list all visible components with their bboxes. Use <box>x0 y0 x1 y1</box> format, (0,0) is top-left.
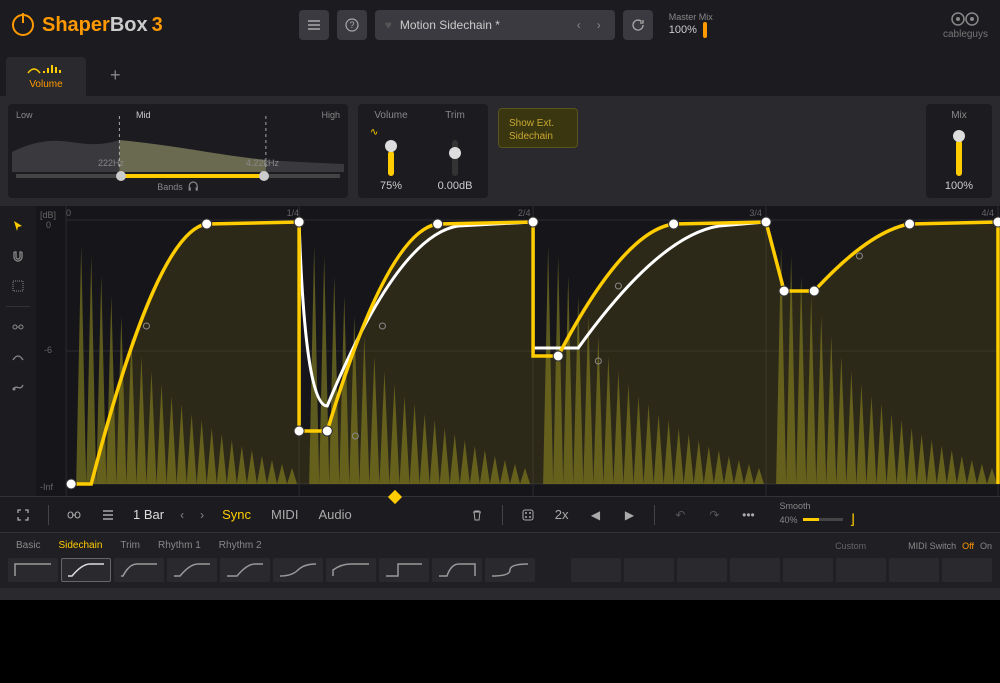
random-button[interactable] <box>515 502 541 528</box>
add-tab-button[interactable]: + <box>90 55 141 96</box>
preset-slot-2[interactable] <box>61 558 111 582</box>
preset-slot-3[interactable] <box>114 558 164 582</box>
preset-name: Motion Sidechain * <box>400 18 565 32</box>
tool-pointer[interactable] <box>6 214 30 238</box>
length-value[interactable]: 1 Bar <box>129 507 168 522</box>
more-button[interactable]: ••• <box>735 502 761 528</box>
preset-tab-rhythm1[interactable]: Rhythm 1 <box>150 537 209 554</box>
tool-curve[interactable] <box>6 345 30 369</box>
band-mid-label: Mid <box>136 110 151 120</box>
power-button[interactable] <box>12 14 34 36</box>
preset-slot-6[interactable] <box>273 558 323 582</box>
wave-icon: ∿ <box>370 127 378 138</box>
band-range-slider[interactable] <box>16 174 340 178</box>
preset-slot-8[interactable] <box>379 558 429 582</box>
show-sidechain-button[interactable]: Show Ext. Sidechain <box>498 108 578 148</box>
custom-slot-4[interactable] <box>730 558 780 582</box>
smooth-curve-icon: ⌋ <box>849 511 854 528</box>
midi-switch-label: MIDI Switch <box>908 541 956 551</box>
band-freq-high: 4.22kHz <box>246 158 279 168</box>
custom-slot-3[interactable] <box>677 558 727 582</box>
mode-midi[interactable]: MIDI <box>265 507 304 522</box>
tool-grid[interactable] <box>6 274 30 298</box>
custom-slot-5[interactable] <box>783 558 833 582</box>
smooth-value: 40% <box>779 515 797 525</box>
volume-wave-icon <box>26 63 66 77</box>
tool-draw[interactable] <box>6 375 30 399</box>
custom-slot-7[interactable] <box>889 558 939 582</box>
band-low-label: Low <box>16 110 33 120</box>
volume-knob[interactable]: Volume ∿ 75% <box>368 110 414 192</box>
custom-slot-8[interactable] <box>942 558 992 582</box>
curve-editor[interactable]: [dB] 0 -6 -Inf 0 1/4 2/4 3/4 4/4 <box>36 206 1000 496</box>
menu-button[interactable] <box>299 10 329 40</box>
custom-slot-6[interactable] <box>836 558 886 582</box>
preset-slot-4[interactable] <box>167 558 217 582</box>
preset-next-button[interactable]: › <box>593 18 605 32</box>
tool-magnet[interactable] <box>6 244 30 268</box>
trim-value: 0.00dB <box>438 180 473 192</box>
length-next[interactable]: › <box>196 508 208 522</box>
heart-icon[interactable]: ♥ <box>385 18 392 32</box>
preset-slot-9[interactable] <box>432 558 482 582</box>
midi-switch-on[interactable]: On <box>980 541 992 551</box>
custom-slot-2[interactable] <box>624 558 674 582</box>
preset-tab-rhythm2[interactable]: Rhythm 2 <box>211 537 270 554</box>
length-prev[interactable]: ‹ <box>176 508 188 522</box>
fullscreen-button[interactable] <box>10 502 36 528</box>
brand-logo: cableguys <box>943 11 988 40</box>
preset-tab-trim[interactable]: Trim <box>112 537 148 554</box>
mix-knob[interactable]: Mix 100% <box>936 110 982 192</box>
band-freq-low: 222Hz <box>98 158 124 168</box>
preset-tab-sidechain[interactable]: Sidechain <box>50 537 110 554</box>
preset-slot-5[interactable] <box>220 558 270 582</box>
app-logo: ShaperBox3 <box>42 14 163 37</box>
master-mix[interactable]: Master Mix 100% <box>669 12 713 38</box>
tool-link[interactable] <box>6 315 30 339</box>
tab-volume[interactable]: Volume <box>6 57 86 96</box>
help-button[interactable]: ? <box>337 10 367 40</box>
list-icon[interactable] <box>95 502 121 528</box>
undo-button[interactable]: ↶ <box>667 502 693 528</box>
master-mix-label: Master Mix <box>669 12 713 22</box>
midi-switch-off[interactable]: Off <box>962 541 974 551</box>
tab-volume-label: Volume <box>26 79 66 90</box>
reload-button[interactable] <box>623 10 653 40</box>
trim-knob[interactable]: Trim 0.00dB <box>432 110 478 192</box>
master-mix-value: 100% <box>669 24 697 36</box>
mode-sync[interactable]: Sync <box>216 507 257 522</box>
custom-slot-1[interactable] <box>571 558 621 582</box>
play-back-button[interactable]: ◀ <box>582 502 608 528</box>
bands-footer-label: Bands <box>157 182 183 192</box>
preset-tab-basic[interactable]: Basic <box>8 537 48 554</box>
link-icon[interactable] <box>61 502 87 528</box>
bands-panel[interactable]: Low Mid High 222Hz 4.22kHz Bands <box>8 104 348 198</box>
preset-prev-button[interactable]: ‹ <box>573 18 585 32</box>
preset-slot-7[interactable] <box>326 558 376 582</box>
speed-value[interactable]: 2x <box>549 507 575 522</box>
smooth-control[interactable]: Smooth 40% ⌋ <box>779 501 854 528</box>
delete-button[interactable] <box>464 502 490 528</box>
headphones-icon[interactable] <box>187 180 199 194</box>
mix-value: 100% <box>945 180 973 192</box>
volume-value: 75% <box>380 180 402 192</box>
mode-audio[interactable]: Audio <box>312 507 357 522</box>
preset-selector[interactable]: ♥ Motion Sidechain * ‹ › <box>375 10 615 40</box>
preset-slot-10[interactable] <box>485 558 535 582</box>
play-forward-button[interactable]: ▶ <box>616 502 642 528</box>
svg-text:?: ? <box>349 20 354 30</box>
custom-label: Custom <box>835 541 866 551</box>
redo-button[interactable]: ↷ <box>701 502 727 528</box>
band-high-label: High <box>321 110 340 120</box>
preset-slot-1[interactable] <box>8 558 58 582</box>
